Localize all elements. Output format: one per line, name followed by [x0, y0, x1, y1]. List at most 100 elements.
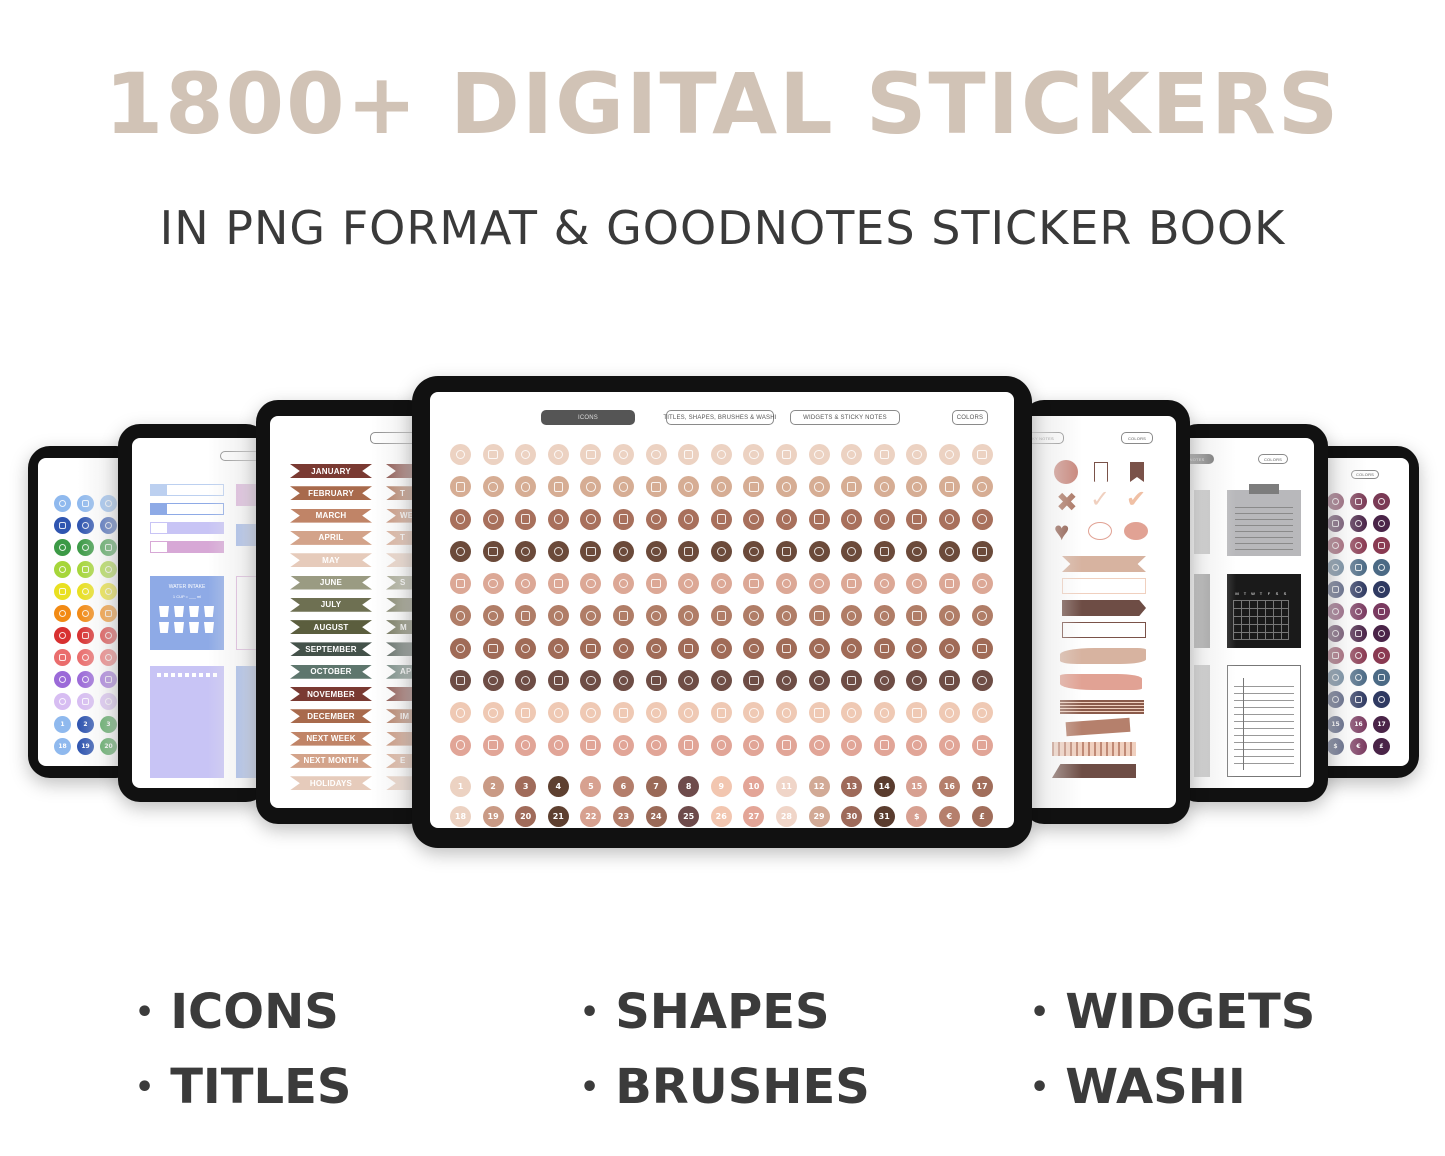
- icon-sticker[interactable]: [841, 540, 863, 562]
- icon-sticker[interactable]: [873, 605, 895, 627]
- icon-sticker[interactable]: [77, 495, 94, 512]
- icon-sticker[interactable]: [1350, 493, 1367, 510]
- right-shapes-tab-colors[interactable]: COLORS: [1121, 432, 1153, 444]
- icon-sticker[interactable]: [1350, 625, 1367, 642]
- icon-sticker[interactable]: [678, 670, 700, 692]
- icon-sticker[interactable]: [906, 444, 928, 465]
- icon-sticker[interactable]: [580, 444, 602, 465]
- icon-sticker[interactable]: [971, 573, 993, 595]
- number-sticker[interactable]: 1: [54, 716, 71, 733]
- icon-sticker[interactable]: [743, 734, 765, 756]
- icon-sticker[interactable]: [971, 702, 993, 724]
- icon-sticker[interactable]: [482, 702, 504, 724]
- icon-sticker[interactable]: [1350, 559, 1367, 576]
- icon-sticker[interactable]: [1373, 559, 1390, 576]
- icon-sticker[interactable]: [580, 734, 602, 756]
- icon-sticker[interactable]: [873, 444, 895, 465]
- icon-sticker[interactable]: [77, 627, 94, 644]
- icon-sticker[interactable]: [580, 508, 602, 530]
- icon-sticker[interactable]: [906, 702, 928, 724]
- icon-sticker[interactable]: [710, 476, 732, 498]
- icon-sticker[interactable]: [775, 637, 797, 659]
- icon-sticker[interactable]: [775, 605, 797, 627]
- icon-sticker[interactable]: [450, 444, 471, 465]
- number-sticker[interactable]: 2: [482, 776, 504, 797]
- icon-sticker[interactable]: [547, 444, 569, 465]
- icon-sticker[interactable]: [678, 508, 700, 530]
- icon-sticker[interactable]: [547, 637, 569, 659]
- icon-sticker[interactable]: [482, 734, 504, 756]
- icon-sticker[interactable]: [100, 583, 117, 600]
- number-sticker[interactable]: £: [971, 806, 993, 827]
- icon-sticker[interactable]: [645, 734, 667, 756]
- number-sticker[interactable]: 30: [841, 806, 863, 827]
- icon-sticker[interactable]: [906, 670, 928, 692]
- number-sticker[interactable]: 31: [873, 806, 895, 827]
- icon-sticker[interactable]: [482, 476, 504, 498]
- icon-sticker[interactable]: [938, 444, 960, 465]
- icon-sticker[interactable]: [450, 605, 471, 627]
- month-title-sticker[interactable]: JULY: [290, 597, 372, 612]
- number-sticker[interactable]: 19: [77, 738, 94, 755]
- icon-sticker[interactable]: [678, 573, 700, 595]
- number-sticker[interactable]: 16: [938, 776, 960, 797]
- icon-sticker[interactable]: [873, 734, 895, 756]
- icon-sticker[interactable]: [678, 605, 700, 627]
- icon-sticker[interactable]: [1350, 603, 1367, 620]
- icon-sticker[interactable]: [482, 508, 504, 530]
- month-title-sticker[interactable]: AUGUST: [290, 620, 372, 635]
- icon-sticker[interactable]: [710, 573, 732, 595]
- icon-sticker[interactable]: [873, 508, 895, 530]
- month-title-sticker[interactable]: JANUARY: [290, 464, 372, 478]
- month-title-sticker[interactable]: OCTOBER: [290, 664, 372, 679]
- icon-sticker[interactable]: [100, 517, 117, 534]
- icon-sticker[interactable]: [54, 517, 71, 534]
- icon-sticker[interactable]: [1327, 493, 1344, 510]
- icon-sticker[interactable]: [841, 670, 863, 692]
- number-sticker[interactable]: 7: [645, 776, 667, 797]
- icon-sticker[interactable]: [547, 734, 569, 756]
- icon-sticker[interactable]: [775, 702, 797, 724]
- number-sticker[interactable]: 3: [515, 776, 537, 797]
- water-cup-icon[interactable]: [174, 606, 184, 617]
- icon-sticker[interactable]: [743, 508, 765, 530]
- month-title-sticker[interactable]: NEXT MONTH: [290, 753, 372, 768]
- icon-sticker[interactable]: [77, 583, 94, 600]
- number-sticker[interactable]: 20: [100, 738, 117, 755]
- icon-sticker[interactable]: [100, 605, 117, 622]
- month-title-sticker[interactable]: DECEMBER: [290, 709, 372, 724]
- number-sticker[interactable]: 5: [580, 776, 602, 797]
- icon-sticker[interactable]: [612, 605, 634, 627]
- icon-sticker[interactable]: [645, 476, 667, 498]
- icon-sticker[interactable]: [841, 702, 863, 724]
- icon-sticker[interactable]: [678, 444, 700, 465]
- number-sticker[interactable]: 17: [971, 776, 993, 797]
- icon-sticker[interactable]: [808, 444, 830, 465]
- number-sticker[interactable]: €: [1350, 738, 1367, 755]
- icon-sticker[interactable]: [482, 637, 504, 659]
- icon-sticker[interactable]: [678, 734, 700, 756]
- icon-sticker[interactable]: [612, 573, 634, 595]
- icon-sticker[interactable]: [906, 573, 928, 595]
- number-sticker[interactable]: 15: [1327, 716, 1344, 733]
- icon-sticker[interactable]: [938, 734, 960, 756]
- icon-sticker[interactable]: [873, 670, 895, 692]
- number-sticker[interactable]: 20: [515, 806, 537, 827]
- number-sticker[interactable]: 11: [775, 776, 797, 797]
- icon-sticker[interactable]: [547, 605, 569, 627]
- number-sticker[interactable]: $: [1327, 738, 1344, 755]
- icon-sticker[interactable]: [612, 476, 634, 498]
- icon-sticker[interactable]: [841, 605, 863, 627]
- icon-sticker[interactable]: [710, 540, 732, 562]
- icon-sticker[interactable]: [77, 671, 94, 688]
- icon-sticker[interactable]: [743, 637, 765, 659]
- number-sticker[interactable]: 15: [906, 776, 928, 797]
- icon-sticker[interactable]: [547, 670, 569, 692]
- icon-sticker[interactable]: [1373, 691, 1390, 708]
- icon-sticker[interactable]: [1350, 647, 1367, 664]
- number-sticker[interactable]: 14: [873, 776, 895, 797]
- number-sticker[interactable]: 12: [808, 776, 830, 797]
- icon-sticker[interactable]: [1327, 603, 1344, 620]
- icon-sticker[interactable]: [450, 476, 471, 498]
- icon-sticker[interactable]: [645, 508, 667, 530]
